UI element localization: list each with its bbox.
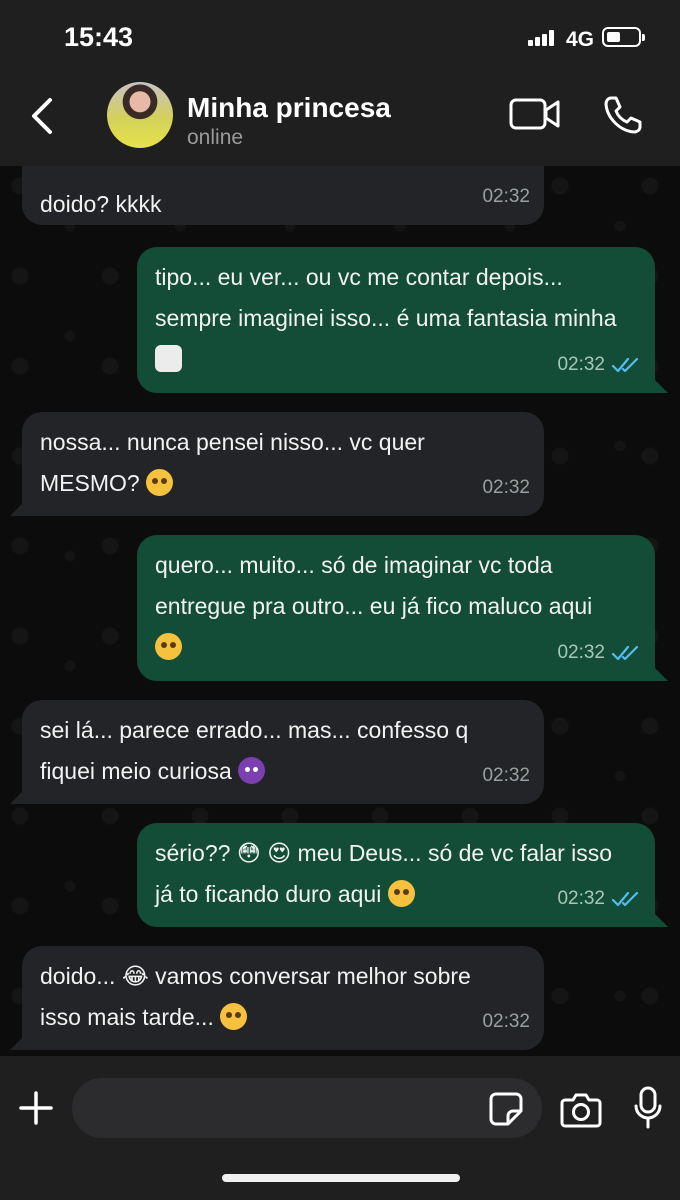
- message-bubble-outgoing[interactable]: sério?? 😳 😍 meu Deus... só de vc falar i…: [137, 823, 668, 927]
- message-time: 02:32: [557, 642, 605, 663]
- message-time: 02:32: [482, 186, 530, 207]
- crying-face-icon: [387, 880, 415, 907]
- status-time: 15:43: [64, 22, 134, 52]
- message-text: doido? kkkk: [40, 191, 162, 217]
- read-ticks-icon: [611, 357, 639, 372]
- status-bar: 15:43 4G: [0, 0, 680, 78]
- video-call-icon[interactable]: [509, 96, 561, 132]
- back-button[interactable]: [22, 94, 62, 138]
- home-indicator[interactable]: [222, 1174, 460, 1182]
- relieved-face-icon: [220, 1003, 248, 1030]
- message-text: quero... muito... só de imaginar vc toda…: [155, 545, 625, 668]
- read-ticks-icon: [611, 891, 639, 906]
- contact-name[interactable]: Minha princesa: [187, 92, 391, 124]
- message-meta: 02:32: [482, 1001, 530, 1042]
- message-meta: 02:32: [482, 176, 530, 217]
- message-bubble-incoming[interactable]: sei lá... parece errado... mas... confes…: [10, 700, 544, 804]
- message-text: nossa... nunca pensei nisso... vc quer M…: [40, 429, 425, 496]
- message-meta: 02:32: [557, 632, 641, 673]
- signal-icon: [528, 30, 554, 46]
- message-time: 02:32: [557, 354, 605, 375]
- message-bubble-outgoing[interactable]: quero... muito... só de imaginar vc toda…: [137, 535, 668, 681]
- chat-header: Minha princesa online: [0, 78, 680, 166]
- message-bubble-incoming[interactable]: nossa... nunca pensei nisso... vc quer M…: [10, 412, 544, 516]
- tired-face-icon: [155, 633, 182, 660]
- network-label: 4G: [566, 28, 595, 51]
- microphone-icon[interactable]: [633, 1086, 663, 1130]
- message-meta: 02:32: [557, 878, 641, 919]
- message-time: 02:32: [482, 1011, 530, 1032]
- camera-icon[interactable]: [560, 1090, 602, 1128]
- read-ticks-icon: [611, 645, 639, 660]
- phone-call-icon[interactable]: [602, 94, 644, 136]
- message-meta: 02:32: [557, 344, 641, 385]
- sticker-icon[interactable]: [488, 1091, 524, 1127]
- message-bubble-incoming[interactable]: doido... 😂 vamos conversar melhor sobre …: [10, 946, 544, 1050]
- message-time: 02:32: [482, 765, 530, 786]
- flushed-face-icon: [146, 469, 174, 496]
- steam-icon: [155, 345, 182, 372]
- message-time: 02:32: [557, 888, 605, 909]
- message-text: sério?? 😳 😍 meu Deus... só de vc falar i…: [155, 840, 613, 907]
- message-time: 02:32: [482, 477, 530, 498]
- message-text: sei lá... parece errado... mas... confes…: [40, 717, 469, 784]
- message-text: doido... 😂 vamos conversar melhor sobre …: [40, 963, 471, 1030]
- chat-area[interactable]: doido? kkkk 02:32 tipo... eu ver... ou v…: [0, 166, 680, 1056]
- avatar[interactable]: [107, 82, 173, 148]
- input-bar: [0, 1056, 680, 1200]
- message-bubble-incoming[interactable]: doido? kkkk 02:32: [22, 166, 544, 225]
- message-bubble-outgoing[interactable]: tipo... eu ver... ou vc me contar depois…: [137, 247, 668, 393]
- plus-icon[interactable]: [18, 1090, 54, 1126]
- contact-status: online: [187, 126, 244, 149]
- message-meta: 02:32: [482, 467, 530, 508]
- battery-icon: [602, 27, 645, 47]
- message-meta: 02:32: [482, 755, 530, 796]
- devil-face-icon: [238, 757, 266, 784]
- message-input[interactable]: [72, 1078, 542, 1138]
- message-text: tipo... eu ver... ou vc me contar depois…: [155, 257, 625, 380]
